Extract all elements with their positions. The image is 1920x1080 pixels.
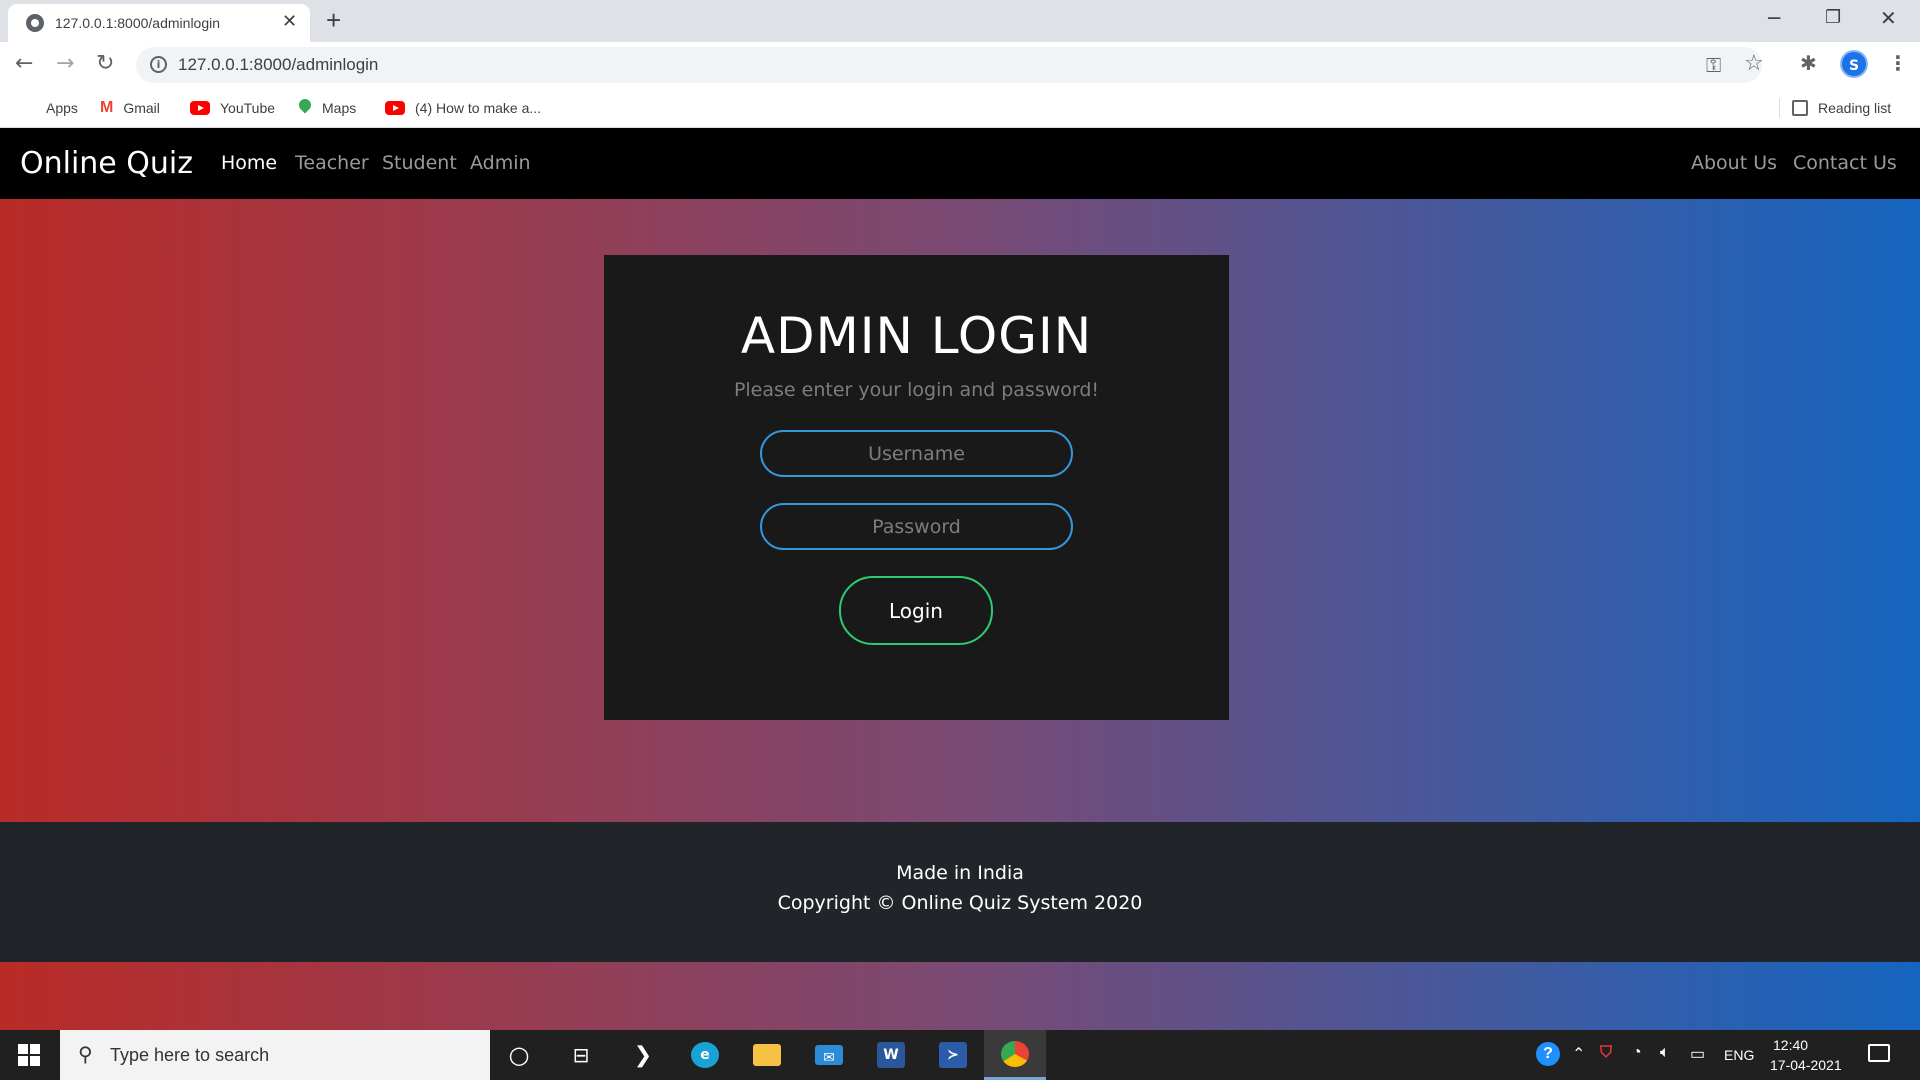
gmail-icon: M bbox=[100, 99, 114, 116]
reading-list-icon bbox=[1792, 100, 1808, 116]
profile-avatar[interactable]: S bbox=[1840, 50, 1868, 78]
bookmark-label: Gmail bbox=[123, 100, 160, 116]
info-icon[interactable]: i bbox=[150, 56, 167, 73]
bookmark-divider bbox=[1779, 98, 1780, 118]
close-window-icon[interactable]: ✕ bbox=[1880, 6, 1897, 30]
vscode-icon[interactable]: ❯ bbox=[612, 1030, 674, 1080]
bookmark-label: Maps bbox=[322, 100, 357, 116]
browser-tab[interactable]: 127.0.0.1:8000/adminlogin ✕ bbox=[8, 4, 310, 42]
bookmark-label: Apps bbox=[46, 100, 78, 116]
nav-teacher-link[interactable]: Teacher bbox=[295, 152, 369, 174]
youtube-icon bbox=[385, 101, 405, 115]
task-view-icon[interactable]: ⊟ bbox=[550, 1030, 612, 1080]
reload-icon[interactable]: ↻ bbox=[96, 51, 114, 77]
admin-login-card: ADMIN LOGIN Please enter your login and … bbox=[604, 255, 1229, 720]
close-tab-icon[interactable]: ✕ bbox=[282, 12, 297, 32]
maps-pin-icon bbox=[298, 99, 312, 117]
powershell-icon[interactable]: ≻ bbox=[922, 1030, 984, 1080]
clock-time[interactable]: 12:40 bbox=[1773, 1037, 1808, 1053]
forward-arrow-icon[interactable]: → bbox=[56, 51, 74, 77]
new-tab-button[interactable]: + bbox=[326, 6, 341, 34]
back-arrow-icon[interactable]: ← bbox=[15, 51, 33, 77]
footer-made-in: Made in India bbox=[896, 862, 1024, 884]
taskbar-search-box[interactable]: ⚲ Type here to search bbox=[60, 1030, 490, 1080]
site-navbar: Online Quiz Home Teacher Student Admin A… bbox=[0, 128, 1920, 199]
bookmark-label: YouTube bbox=[220, 100, 276, 116]
windows-taskbar: ⚲ Type here to search ○ ⊟ ❯ e ✉ W ≻ ? ⌃ … bbox=[0, 1030, 1920, 1080]
bookmark-label: Reading list bbox=[1818, 100, 1892, 116]
cortana-icon[interactable]: ○ bbox=[488, 1030, 550, 1080]
reading-list-button[interactable]: Reading list bbox=[1792, 96, 1891, 120]
login-title: ADMIN LOGIN bbox=[740, 307, 1093, 365]
language-indicator[interactable]: ENG bbox=[1724, 1047, 1754, 1063]
bookmark-youtube[interactable]: YouTube bbox=[190, 96, 275, 120]
show-hidden-icons-chevron-icon[interactable]: ⌃ bbox=[1572, 1044, 1585, 1064]
clock-date[interactable]: 17-04-2021 bbox=[1770, 1057, 1842, 1073]
notification-center-icon[interactable] bbox=[1868, 1044, 1890, 1062]
globe-icon bbox=[26, 14, 44, 32]
edge-browser-icon[interactable]: e bbox=[674, 1030, 736, 1080]
bookmarks-bar: Apps M Gmail YouTube Maps (4) How to mak… bbox=[0, 88, 1920, 128]
browser-tab-strip: 127.0.0.1:8000/adminlogin ✕ + ─ ❐ ✕ bbox=[0, 0, 1920, 42]
bookmark-apps[interactable]: Apps bbox=[18, 96, 78, 120]
wifi-icon[interactable]: ◔ bbox=[1632, 1044, 1642, 1062]
bookmark-video[interactable]: (4) How to make a... bbox=[385, 96, 541, 120]
apps-grid-icon bbox=[18, 99, 36, 117]
page-content: Online Quiz Home Teacher Student Admin A… bbox=[0, 128, 1920, 1030]
taskbar-search-placeholder: Type here to search bbox=[110, 1045, 270, 1065]
file-explorer-icon[interactable] bbox=[736, 1030, 798, 1080]
bookmark-star-icon[interactable]: ☆ bbox=[1744, 51, 1764, 76]
bookmark-gmail[interactable]: M Gmail bbox=[100, 96, 160, 120]
browser-toolbar: ← → ↻ i 127.0.0.1:8000/adminlogin ⚿ ☆ ✱ … bbox=[0, 42, 1920, 88]
nav-contact-link[interactable]: Contact Us bbox=[1793, 152, 1897, 174]
mail-icon[interactable]: ✉ bbox=[798, 1030, 860, 1080]
volume-icon[interactable]: 🔈︎ bbox=[1660, 1044, 1670, 1062]
windows-start-icon[interactable] bbox=[18, 1044, 40, 1066]
bookmark-maps[interactable]: Maps bbox=[298, 96, 356, 120]
mcafee-shield-icon[interactable]: ⛉ bbox=[1600, 1044, 1612, 1062]
footer-copyright: Copyright © Online Quiz System 2020 bbox=[777, 892, 1143, 914]
restore-window-icon[interactable]: ❐ bbox=[1825, 6, 1841, 30]
site-brand[interactable]: Online Quiz bbox=[20, 146, 193, 181]
url-text[interactable]: 127.0.0.1:8000/adminlogin bbox=[178, 55, 378, 75]
search-icon: ⚲ bbox=[78, 1042, 93, 1066]
site-footer: Made in India Copyright © Online Quiz Sy… bbox=[0, 822, 1920, 962]
nav-about-link[interactable]: About Us bbox=[1691, 152, 1777, 174]
system-tray: ? ⌃ ⛉ ◔ 🔈︎ ▭ ENG bbox=[1530, 1030, 1920, 1080]
password-field[interactable] bbox=[760, 503, 1073, 550]
extensions-puzzle-icon[interactable]: ✱ bbox=[1800, 51, 1817, 75]
login-subtitle: Please enter your login and password! bbox=[733, 379, 1100, 401]
minimize-icon[interactable]: ─ bbox=[1768, 6, 1780, 30]
nav-admin-link[interactable]: Admin bbox=[470, 152, 531, 174]
nav-student-link[interactable]: Student bbox=[382, 152, 457, 174]
word-icon[interactable]: W bbox=[860, 1030, 922, 1080]
key-icon[interactable]: ⚿ bbox=[1706, 53, 1721, 77]
browser-menu-icon[interactable]: ⋮ bbox=[1888, 51, 1908, 75]
chrome-icon[interactable] bbox=[984, 1030, 1046, 1080]
login-button[interactable]: Login bbox=[839, 576, 993, 645]
tab-title: 127.0.0.1:8000/adminlogin bbox=[55, 15, 221, 31]
username-field[interactable] bbox=[760, 430, 1073, 477]
battery-icon[interactable]: ▭ bbox=[1690, 1044, 1705, 1064]
nav-home-link[interactable]: Home bbox=[221, 152, 277, 174]
help-icon[interactable]: ? bbox=[1536, 1042, 1560, 1066]
bookmark-label: (4) How to make a... bbox=[415, 100, 542, 116]
address-bar[interactable]: i 127.0.0.1:8000/adminlogin ⚿ ☆ bbox=[136, 47, 1764, 83]
youtube-icon bbox=[190, 101, 210, 115]
